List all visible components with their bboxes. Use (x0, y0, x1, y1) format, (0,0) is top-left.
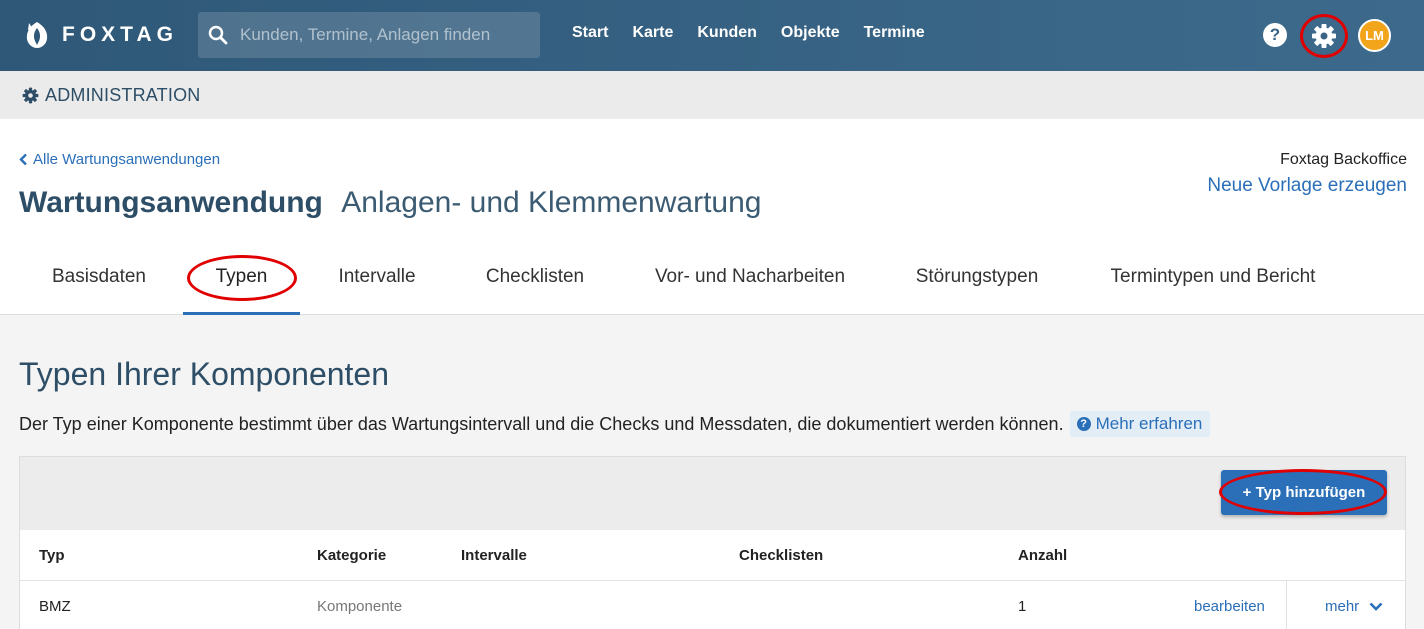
page-title: Wartungsanwendung Anlagen- und Klemmenwa… (19, 186, 761, 220)
search-icon (208, 25, 228, 45)
brand-logo[interactable]: FOXTAG (24, 18, 178, 52)
tab-stoerungstypen[interactable]: Störungstypen (896, 247, 1058, 315)
cell-kategorie: Komponente (317, 598, 403, 615)
chevron-left-icon (19, 153, 27, 166)
chevron-down-icon (1369, 602, 1383, 611)
admin-label: ADMINISTRATION (45, 84, 201, 105)
section-description: Der Typ einer Komponente bestimmt über d… (19, 411, 1211, 437)
global-search[interactable] (198, 12, 540, 58)
tab-checklisten[interactable]: Checklisten (468, 247, 602, 315)
nav-item-kunden[interactable]: Kunden (697, 24, 757, 42)
fox-logo-icon (26, 22, 48, 48)
settings-button[interactable] (1300, 14, 1348, 58)
top-navigation-bar: FOXTAG Start Karte Kunden Objekte Termin… (0, 0, 1424, 71)
learn-more-link[interactable]: ? Mehr erfahren (1069, 411, 1211, 437)
column-header-typ[interactable]: Typ (39, 530, 65, 581)
back-link-label: Alle Wartungsanwendungen (33, 151, 221, 168)
more-dropdown[interactable]: mehr (1325, 581, 1383, 629)
help-icon[interactable]: ? (1263, 23, 1287, 47)
search-input[interactable] (240, 25, 520, 45)
tab-termintypen-und-bericht[interactable]: Termintypen und Bericht (1090, 247, 1336, 315)
nav-item-objekte[interactable]: Objekte (781, 24, 840, 42)
table-row[interactable]: BMZ Komponente 1 bearbeiten mehr (20, 581, 1405, 629)
tab-intervalle[interactable]: Intervalle (320, 247, 434, 315)
tab-vor-und-nacharbeiten[interactable]: Vor- und Nacharbeiten (637, 247, 863, 315)
table-header-row: Typ Kategorie Intervalle Checklisten Anz… (20, 530, 1405, 581)
row-divider (1286, 581, 1287, 629)
nav-item-start[interactable]: Start (572, 24, 608, 42)
column-header-intervalle[interactable]: Intervalle (461, 530, 527, 581)
column-header-anzahl[interactable]: Anzahl (1018, 530, 1067, 581)
page-header: Alle Wartungsanwendungen Wartungsanwendu… (0, 119, 1424, 315)
column-header-checklisten[interactable]: Checklisten (739, 530, 823, 581)
section-description-text: Der Typ einer Komponente bestimmt über d… (19, 413, 1064, 434)
column-header-kategorie[interactable]: Kategorie (317, 530, 386, 581)
highlight-circle (1219, 469, 1387, 515)
section-title: Typen Ihrer Komponenten (19, 356, 390, 392)
owner-name: Foxtag Backoffice (1280, 151, 1407, 168)
nav-item-karte[interactable]: Karte (632, 24, 673, 42)
back-link[interactable]: Alle Wartungsanwendungen (19, 151, 220, 168)
user-avatar[interactable]: LM (1358, 19, 1391, 52)
help-icon: ? (1076, 417, 1091, 431)
tab-bar: Basisdaten Typen Intervalle Checklisten … (0, 247, 1424, 315)
tab-basisdaten[interactable]: Basisdaten (36, 247, 162, 315)
more-label: mehr (1325, 598, 1360, 615)
cell-typ: BMZ (39, 598, 71, 615)
owner-info: Foxtag Backoffice Neue Vorlage erzeugen (1207, 151, 1407, 197)
main-nav: Start Karte Kunden Objekte Termine (572, 24, 949, 42)
page-title-main: Wartungsanwendung (19, 186, 323, 219)
nav-item-termine[interactable]: Termine (864, 24, 925, 42)
highlight-circle (187, 255, 297, 301)
types-table-panel: + Typ hinzufügen Typ Kategorie Intervall… (19, 456, 1406, 629)
new-template-link[interactable]: Neue Vorlage erzeugen (1207, 175, 1407, 197)
cell-anzahl: 1 (1018, 598, 1027, 615)
table-toolbar: + Typ hinzufügen (20, 457, 1405, 530)
page-title-sub: Anlagen- und Klemmenwartung (341, 186, 762, 219)
admin-breadcrumb-bar: ADMINISTRATION (0, 71, 1424, 119)
learn-more-label: Mehr erfahren (1095, 414, 1203, 433)
edit-link[interactable]: bearbeiten (1194, 581, 1265, 629)
brand-name: FOXTAG (62, 23, 178, 46)
gear-icon (22, 87, 39, 103)
highlight-circle (1300, 14, 1348, 58)
